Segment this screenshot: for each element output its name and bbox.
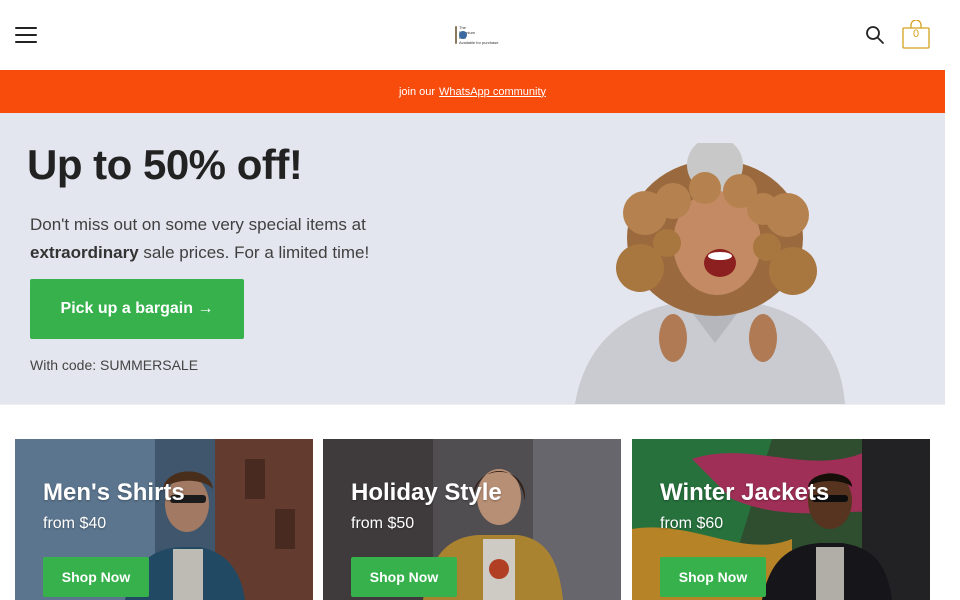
promo-text: join our xyxy=(398,85,436,98)
category-card-winter-jackets[interactable]: Winter Jackets from $60 Shop Now xyxy=(632,439,930,600)
card-title: Holiday Style xyxy=(351,479,502,506)
hero-model-image xyxy=(575,143,845,404)
shop-now-button[interactable]: Shop Now xyxy=(660,557,766,597)
card-price: from $60 xyxy=(660,515,724,532)
shop-now-button[interactable]: Shop Now xyxy=(43,557,149,597)
cart-button[interactable]: 0 xyxy=(902,19,930,49)
hero-description: Don't miss out on some very special item… xyxy=(30,215,370,262)
hero-title: Up to 50% off! xyxy=(27,141,303,188)
promo-bar: join our WhatsApp community xyxy=(0,70,945,113)
card-title: Men's Shirts xyxy=(43,479,185,506)
menu-icon[interactable] xyxy=(15,27,37,43)
section-divider xyxy=(0,404,945,405)
category-card-mens-shirts[interactable]: Men's Shirts from $40 Shop Now xyxy=(15,439,313,600)
hero-bold-text: extraordinary xyxy=(30,243,139,262)
shop-now-button[interactable]: Shop Now xyxy=(351,557,457,597)
card-title: Winter Jackets xyxy=(660,479,830,506)
promo-code: With code: SUMMERSALE xyxy=(30,357,199,373)
site-header: The Premium Box Available for purchase 0 xyxy=(0,0,945,70)
site-logo[interactable]: The Premium Box Available for purchase xyxy=(455,22,499,48)
hero-banner: Up to 50% off! Don't miss out on some ve… xyxy=(0,113,945,404)
pick-up-bargain-button[interactable]: Pick up a bargain → xyxy=(30,279,244,339)
card-price: from $50 xyxy=(351,515,415,532)
search-icon[interactable] xyxy=(864,24,886,46)
logo-badge-icon xyxy=(455,26,467,44)
cart-count: 0 xyxy=(912,28,920,40)
card-price: from $40 xyxy=(43,515,107,532)
category-card-holiday-style[interactable]: Holiday Style from $50 Shop Now xyxy=(323,439,621,600)
whatsapp-community-link[interactable]: WhatsApp community xyxy=(439,86,546,98)
